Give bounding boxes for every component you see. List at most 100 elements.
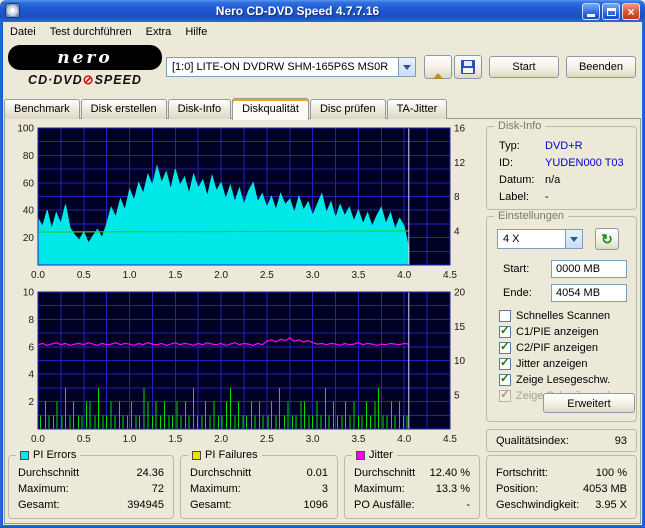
stat-row: Position: 4053 MB [496, 483, 627, 495]
stat-row: Maximum: 72 [18, 483, 164, 495]
check-icon: ✓ [500, 371, 511, 385]
svg-text:12: 12 [454, 158, 466, 169]
progress-stats: Fortschritt: 100 % Position: 4053 MB Geschwi… [486, 455, 637, 519]
checkbox-c2-pif-anzeigen[interactable]: ✓ C2/PIF anzeigen [499, 339, 632, 355]
end-position-label: Ende: [503, 287, 532, 299]
checkbox-jitter-anzeigen[interactable]: ✓ Jitter anzeigen [499, 356, 632, 371]
pie-speed-chart: 100 80 60 40 20 16 12 8 4 0.0 0.5 1.0 1.5 2.0 2.5 3.0 3.… [17, 124, 466, 282]
menu-item-extra[interactable]: Extra [139, 24, 179, 40]
checkbox-box[interactable]: ✓ [499, 323, 511, 338]
svg-text:0.0: 0.0 [31, 270, 45, 281]
svg-text:2.5: 2.5 [260, 434, 274, 445]
end-position-field[interactable]: 4054 MB [551, 284, 627, 302]
pi-failures-stats: PI Failures Durchschnitt 0.01 Maximum: 3 Gesa… [180, 449, 338, 519]
save-screenshot-button[interactable] [454, 55, 482, 79]
svg-text:10: 10 [23, 288, 35, 299]
svg-text:60: 60 [23, 178, 35, 189]
menu-item-datei[interactable]: Datei [3, 24, 43, 40]
app-icon [5, 3, 20, 18]
checkbox-box[interactable] [499, 310, 511, 322]
quality-index-label: Qualitätsindex: [496, 434, 569, 447]
tab-disc-pr-fen[interactable]: Disc prüfen [309, 99, 386, 119]
speed-select-value: 4 X [503, 233, 520, 245]
window-title: Nero CD-DVD Speed 4.7.7.16 [215, 4, 380, 18]
checkbox-box[interactable]: ✓ [499, 339, 511, 354]
legend-swatch [192, 450, 201, 460]
app-window: Nero CD-DVD Speed 4.7.7.16 × Datei Test d… [0, 0, 645, 528]
logo-subtitle: CD·DVD⊘SPEED [28, 72, 142, 87]
disk-info-row: Typ: DVD+R [499, 139, 583, 152]
drive-select[interactable]: [1:0] LITE-ON DVDRW SHM-165P6S MS0R [166, 57, 416, 77]
stat-row: Durchschnitt 0.01 [190, 467, 328, 479]
settings-checkboxes: Schnelles Scannen ✓ C1/PIE anzeigen ✓ C2/PIF… [499, 309, 632, 405]
checkbox-box[interactable]: ✓ [499, 356, 511, 370]
legend-swatch [20, 450, 29, 460]
tab-strip: Benchmark Disk erstellen Disk-Info Diskqual… [4, 97, 448, 120]
quit-button[interactable]: Beenden [566, 56, 636, 78]
svg-text:6: 6 [28, 342, 34, 353]
menu-bar: Datei Test durchführen Extra Hilfe [0, 22, 645, 42]
app-logo: nero CD·DVD⊘SPEED [8, 45, 162, 91]
checkbox-schnelles-scannen[interactable]: Schnelles Scannen [499, 309, 632, 323]
stat-group-title: PI Errors [33, 449, 77, 461]
pif-jitter-chart: 10 8 6 4 2 20 15 10 5 0.0 0.5 1.0 1.5 2.0 2.5 3.0 3.5 4.0… [23, 288, 466, 446]
speed-select[interactable]: 4 X [497, 229, 583, 249]
check-icon: ✓ [500, 323, 511, 337]
start-button[interactable]: Start [489, 56, 559, 78]
chevron-down-icon[interactable] [398, 58, 415, 76]
floppy-disk-icon [461, 60, 475, 74]
advanced-button[interactable]: Erweitert [543, 393, 635, 413]
tab-ta-jitter[interactable]: TA-Jitter [386, 99, 448, 119]
drive-select-value: [1:0] LITE-ON DVDRW SHM-165P6S MS0R [172, 61, 389, 73]
minimize-button[interactable] [582, 3, 600, 20]
tab-disk-erstellen[interactable]: Disk erstellen [80, 99, 167, 119]
settings-title: Einstellungen [498, 210, 565, 222]
refresh-button[interactable]: ↻ [595, 228, 619, 250]
chevron-down-icon[interactable] [565, 230, 582, 248]
eject-icon [433, 61, 443, 79]
menu-item-test-durchf-hren[interactable]: Test durchführen [43, 24, 139, 40]
eject-disc-button[interactable] [424, 55, 452, 79]
stat-row: PO Ausfälle: - [354, 499, 470, 511]
checkbox-zeige-lesegeschw[interactable]: ✓ Zeige Lesegeschw. [499, 371, 632, 387]
checkbox-box: ✓ [499, 387, 511, 402]
tab-benchmark[interactable]: Benchmark [4, 99, 80, 119]
svg-text:4.5: 4.5 [443, 270, 457, 281]
stat-row: Gesamt: 394945 [18, 499, 164, 511]
svg-text:3.0: 3.0 [306, 434, 320, 445]
svg-text:0.5: 0.5 [77, 270, 91, 281]
svg-text:15: 15 [454, 322, 466, 333]
logo-slash-icon: ⊘ [82, 72, 95, 87]
svg-text:5: 5 [454, 390, 460, 401]
start-position-field[interactable]: 0000 MB [551, 260, 627, 278]
svg-text:3.5: 3.5 [351, 434, 365, 445]
svg-text:4: 4 [28, 370, 34, 381]
svg-text:1.0: 1.0 [123, 270, 137, 281]
checkbox-c1-pie-anzeigen[interactable]: ✓ C1/PIE anzeigen [499, 323, 632, 339]
svg-text:4.5: 4.5 [443, 434, 457, 445]
check-icon: ✓ [500, 387, 511, 401]
svg-text:20: 20 [23, 233, 35, 244]
stat-row: Maximum: 13.3 % [354, 483, 470, 495]
disk-info-title: Disk-Info [498, 120, 542, 132]
settings-group: Einstellungen 4 X ↻ Start: 0000 MB Ende:… [486, 210, 637, 422]
svg-text:3.0: 3.0 [306, 270, 320, 281]
svg-text:40: 40 [23, 206, 35, 217]
logo-text: nero [57, 47, 113, 68]
svg-text:2.0: 2.0 [214, 270, 228, 281]
svg-text:0.5: 0.5 [77, 434, 91, 445]
stat-row: Durchschnitt 24.36 [18, 467, 164, 479]
title-bar[interactable]: Nero CD-DVD Speed 4.7.7.16 × [0, 0, 645, 22]
maximize-button[interactable] [602, 3, 620, 20]
check-icon: ✓ [500, 339, 511, 353]
tab-diskqualit-t[interactable]: Diskqualität [232, 98, 309, 120]
close-button[interactable]: × [622, 3, 640, 20]
svg-text:16: 16 [454, 124, 466, 135]
refresh-icon: ↻ [601, 230, 613, 247]
checkbox-box[interactable]: ✓ [499, 371, 511, 386]
menu-item-hilfe[interactable]: Hilfe [178, 24, 214, 40]
stat-row: Geschwindigkeit: 3.95 X [496, 499, 627, 511]
svg-text:10: 10 [454, 356, 466, 367]
svg-text:2.0: 2.0 [214, 434, 228, 445]
tab-disk-info[interactable]: Disk-Info [167, 99, 232, 119]
